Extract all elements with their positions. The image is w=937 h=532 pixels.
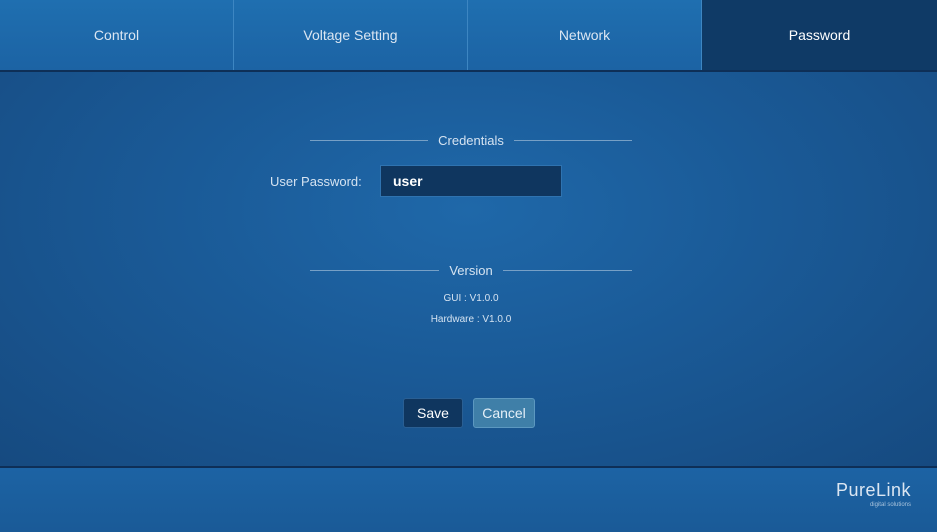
user-password-input[interactable]: [380, 165, 562, 197]
version-heading: Version: [310, 260, 632, 280]
password-row: User Password:: [270, 165, 562, 197]
footer: PureLink digital solutions: [0, 466, 937, 532]
cancel-button[interactable]: Cancel: [473, 398, 535, 428]
logo-text: PureLink: [835, 480, 911, 500]
user-password-label: User Password:: [270, 173, 362, 189]
tab-password[interactable]: Password: [702, 0, 937, 70]
tab-network[interactable]: Network: [468, 0, 702, 70]
divider: [310, 139, 429, 141]
main-panel: Credentials User Password: Version GUI :…: [0, 72, 937, 466]
tab-control[interactable]: Control: [0, 0, 234, 70]
credentials-heading: Credentials: [310, 130, 633, 150]
tab-bar: Control Voltage Setting Network Password: [0, 0, 937, 72]
version-title: Version: [449, 262, 493, 278]
divider: [310, 269, 440, 271]
logo-tagline: digital solutions: [869, 502, 911, 508]
save-button[interactable]: Save: [403, 398, 463, 428]
divider: [502, 269, 632, 271]
purelink-logo: PureLink digital solutions: [836, 480, 911, 508]
tab-voltage-setting[interactable]: Voltage Setting: [234, 0, 468, 70]
credentials-title: Credentials: [438, 132, 504, 148]
gui-version: GUI : V1.0.0: [443, 293, 499, 304]
divider: [513, 139, 633, 141]
hardware-version: Hardware : V1.0.0: [430, 314, 512, 325]
action-buttons: Save Cancel: [403, 398, 535, 428]
